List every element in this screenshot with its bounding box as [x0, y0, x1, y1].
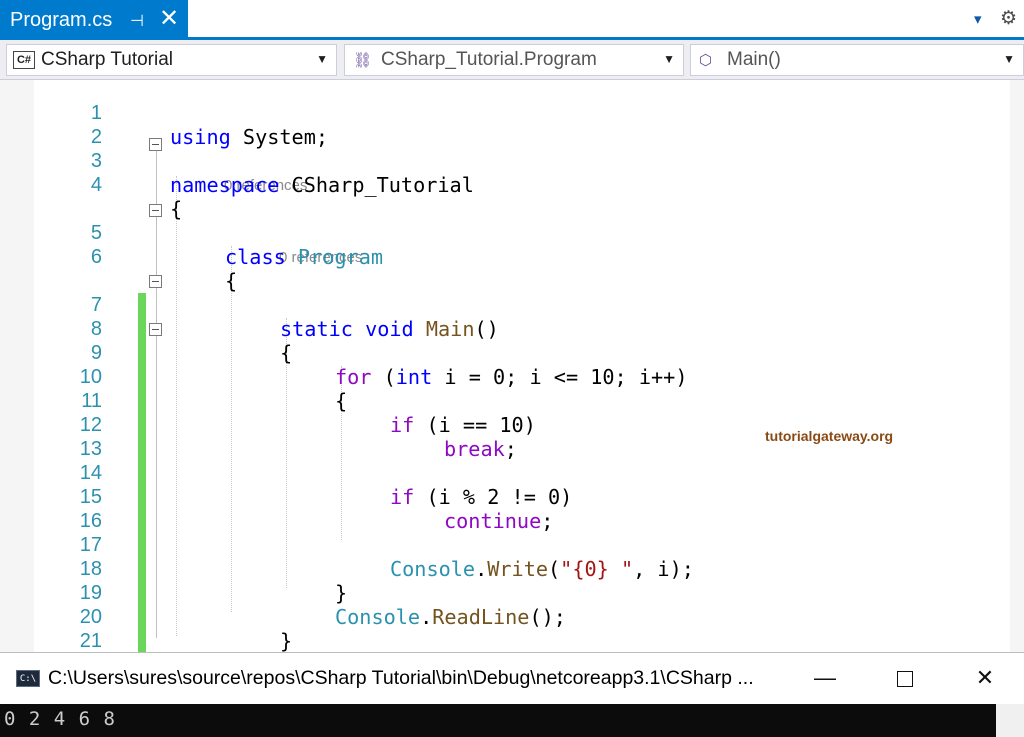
code-line: 11 if (i == 10)	[0, 365, 1010, 437]
console-app-icon: C:\	[16, 670, 40, 687]
code-line: 2	[0, 101, 1010, 148]
console-output: 0 2 4 6 8	[4, 708, 116, 730]
console-title: C:\Users\sures\source\repos\CSharp Tutor…	[48, 667, 754, 689]
member-dropdown[interactable]: ⬡ Main() ▼	[690, 44, 1024, 76]
console-window: C:\ C:\Users\sures\source\repos\CSharp T…	[0, 652, 1024, 737]
code-line: 3 namespace CSharp_Tutorial	[0, 125, 1010, 197]
line-number: 6	[90, 246, 102, 268]
code-line: 8 {	[0, 293, 1010, 365]
watermark: tutorialgateway.org	[765, 428, 894, 444]
minimize-button[interactable]: —	[805, 663, 845, 693]
code-line: 15 continue;	[0, 461, 1010, 533]
maximize-button[interactable]	[885, 663, 925, 693]
type-dropdown-value: CSharp_Tutorial.Program	[381, 49, 597, 70]
chevron-down-icon: ▼	[1003, 52, 1015, 66]
project-dropdown[interactable]: C# CSharp Tutorial ▼	[6, 44, 337, 76]
code-line: 10 {	[0, 341, 1010, 413]
maximize-icon	[897, 671, 913, 688]
console-title-bar[interactable]: C:\ C:\Users\sures\source\repos\CSharp T…	[0, 653, 1024, 704]
code-line: 19 Console.ReadLine();	[0, 557, 1010, 629]
code-line: 21 }	[0, 605, 1010, 652]
code-line: 20 }	[0, 581, 1010, 652]
vertical-scrollbar[interactable]	[1010, 80, 1024, 652]
tab-list-dropdown-icon[interactable]: ▾	[974, 10, 982, 28]
code-line: 18 }	[0, 533, 1010, 605]
chevron-down-icon: ▼	[663, 52, 675, 66]
close-button[interactable]: ✕	[965, 663, 1005, 693]
code-line: 17 Console.Write("{0} ", i);	[0, 509, 1010, 581]
code-line: 12 break;	[0, 389, 1010, 461]
code-line: 1 using System;	[0, 80, 1010, 149]
method-icon: ⬡	[699, 52, 713, 69]
csharp-project-icon: C#	[13, 51, 35, 69]
document-tab-strip: Program.cs ⊣ ✕ ▾ ⚙	[0, 0, 1024, 40]
chevron-down-icon: ▼	[316, 52, 328, 66]
type-dropdown[interactable]: ⛓ CSharp_Tutorial.Program ▼	[344, 44, 684, 76]
code-editor[interactable]: 0 references 0 references 1 using System…	[0, 80, 1024, 652]
console-scrollbar[interactable]	[996, 704, 1024, 737]
settings-gear-icon[interactable]: ⚙	[1000, 7, 1017, 30]
code-line: 16	[0, 485, 1010, 532]
navigation-bar: C# CSharp Tutorial ▼ ⛓ CSharp_Tutorial.P…	[0, 40, 1024, 80]
member-dropdown-value: Main()	[727, 49, 781, 70]
project-dropdown-value: CSharp Tutorial	[41, 49, 174, 70]
code-line: 22 }	[0, 629, 1010, 652]
tab-program-cs[interactable]: Program.cs ⊣ ✕	[0, 0, 188, 40]
code-line: 7 static void Main()	[0, 269, 1010, 341]
close-tab-icon[interactable]: ✕	[159, 6, 179, 32]
code-line: 6 {	[0, 221, 1010, 293]
line-number: 4	[90, 174, 102, 196]
pin-icon[interactable]: ⊣	[130, 11, 144, 31]
code-line: 5 class Program	[0, 197, 1010, 269]
class-icon: ⛓	[353, 52, 373, 69]
code-line: 9 for (int i = 0; i <= 10; i++)	[0, 317, 1010, 389]
tab-label: Program.cs	[10, 8, 113, 31]
console-output-area[interactable]: 0 2 4 6 8	[0, 704, 1024, 737]
code-line: 4 {	[0, 149, 1010, 221]
